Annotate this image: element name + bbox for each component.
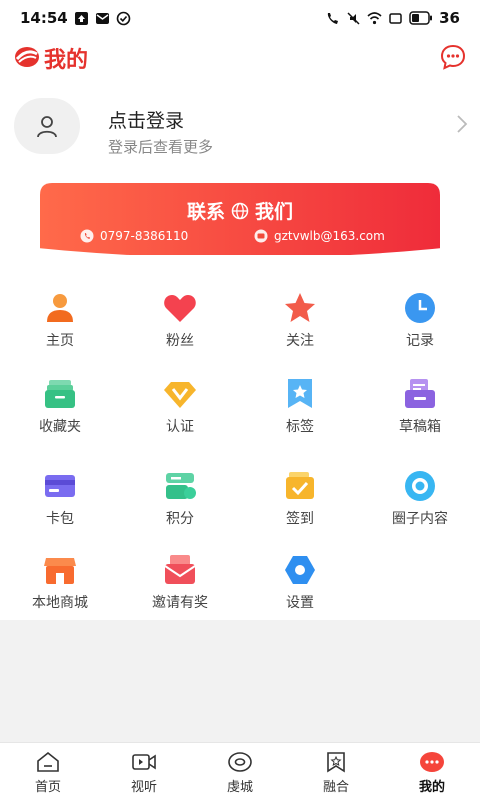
grid-label: 关注: [286, 333, 314, 349]
empty-area: [0, 620, 480, 742]
grid-item-record[interactable]: 记录: [360, 290, 480, 360]
points-icon: [166, 473, 196, 499]
diamond-v-icon: [164, 382, 196, 408]
status-left: 14:54: [20, 9, 131, 27]
tab-fusion[interactable]: 融合: [288, 743, 384, 801]
card-icon: [45, 475, 75, 497]
clock-icon: [405, 293, 435, 323]
contact-title-left: 联系: [186, 201, 225, 223]
contact-title: 联系 我们: [40, 197, 440, 224]
user-icon: [37, 116, 57, 138]
grid-label: 记录: [406, 333, 434, 349]
grid-label: 粉丝: [166, 333, 194, 349]
grid-item-checkin[interactable]: 签到: [240, 468, 360, 538]
envelope-icon: [164, 555, 196, 584]
tab-me[interactable]: 我的: [384, 743, 480, 801]
grid-item-homepage[interactable]: 主页: [0, 290, 120, 360]
notification-icon: [74, 11, 88, 25]
logo-icon: [15, 47, 39, 67]
me-icon: [420, 752, 444, 772]
message-icon[interactable]: [440, 44, 466, 70]
folder-icon: [45, 380, 75, 408]
grid-label: 草稿箱: [399, 419, 441, 435]
shop-icon: [44, 558, 76, 584]
wave-divider: [0, 244, 480, 268]
grid-item-cards[interactable]: 卡包: [0, 468, 120, 538]
eye-icon: [228, 752, 252, 772]
grid-item-tags[interactable]: 标签: [240, 376, 360, 446]
wifi-icon: [367, 11, 382, 24]
page-title: 我的: [44, 48, 89, 73]
tab-home[interactable]: 首页: [0, 743, 96, 801]
grid-label: 主页: [46, 333, 74, 349]
grid-label: 收藏夹: [39, 419, 81, 435]
tab-label: 首页: [34, 780, 61, 795]
check-circle-icon: [116, 11, 131, 25]
grid-label: 本地商城: [32, 595, 88, 611]
tag-icon: [288, 379, 312, 408]
tab-label: 我的: [418, 780, 445, 795]
grid-label: 签到: [286, 511, 314, 527]
chevron-right-icon[interactable]: [456, 114, 468, 134]
call-icon: [327, 12, 339, 24]
login-title[interactable]: 点击登录: [108, 106, 184, 133]
tab-label: 虔城: [226, 780, 253, 795]
avatar[interactable]: [14, 98, 80, 154]
tab-label: 融合: [322, 780, 349, 795]
bookmark-star-icon: [327, 752, 345, 773]
mute-icon: [347, 11, 360, 25]
battery-level: 36: [439, 9, 460, 27]
login-section[interactable]: 点击登录 登录后查看更多: [0, 92, 480, 162]
draft-icon: [405, 379, 435, 408]
circle-icon: [405, 471, 435, 501]
settings-icon: [285, 556, 315, 584]
grid-label: 卡包: [46, 511, 74, 527]
grid-label: 积分: [166, 511, 194, 527]
grid-label: 邀请有奖: [152, 595, 208, 611]
status-time: 14:54: [20, 9, 68, 27]
grid-item-drafts[interactable]: 草稿箱: [360, 376, 480, 446]
checkin-icon: [286, 472, 314, 499]
heart-icon: [164, 295, 196, 322]
status-right: 36: [325, 9, 460, 27]
login-subtitle: 登录后查看更多: [108, 138, 214, 156]
header: 我的: [0, 38, 480, 78]
video-icon: [132, 754, 156, 770]
grid-item-fans[interactable]: 粉丝: [120, 290, 240, 360]
tab-city[interactable]: 虔城: [192, 743, 288, 801]
grid-item-favorites[interactable]: 收藏夹: [0, 376, 120, 446]
grid-item-local-shop[interactable]: 本地商城: [0, 552, 120, 622]
grid-item-verify[interactable]: 认证: [120, 376, 240, 446]
grid-label: 圈子内容: [392, 511, 448, 527]
grid-label: 标签: [286, 419, 314, 435]
globe-icon: [231, 202, 249, 219]
grid-item-invite[interactable]: 邀请有奖: [120, 552, 240, 622]
tab-label: 视听: [130, 780, 157, 795]
grid-item-follow[interactable]: 关注: [240, 290, 360, 360]
star-icon: [285, 293, 315, 322]
person-icon: [47, 294, 73, 322]
battery-icon: [409, 11, 433, 25]
status-bar: 14:54 36: [0, 0, 480, 36]
grid-item-settings[interactable]: 设置: [240, 552, 360, 622]
grid-item-circle[interactable]: 圈子内容: [360, 468, 480, 538]
tab-video[interactable]: 视听: [96, 743, 192, 801]
grid-label: 认证: [166, 419, 194, 435]
contact-title-right: 我们: [255, 201, 294, 223]
grid-item-points[interactable]: 积分: [120, 468, 240, 538]
grid-label: 设置: [286, 595, 314, 611]
home-icon: [37, 751, 59, 772]
mail-icon: [95, 12, 109, 24]
bottom-tab-bar: 首页 视听 虔城 融合 我的: [0, 742, 480, 801]
screen-icon: [389, 12, 402, 24]
